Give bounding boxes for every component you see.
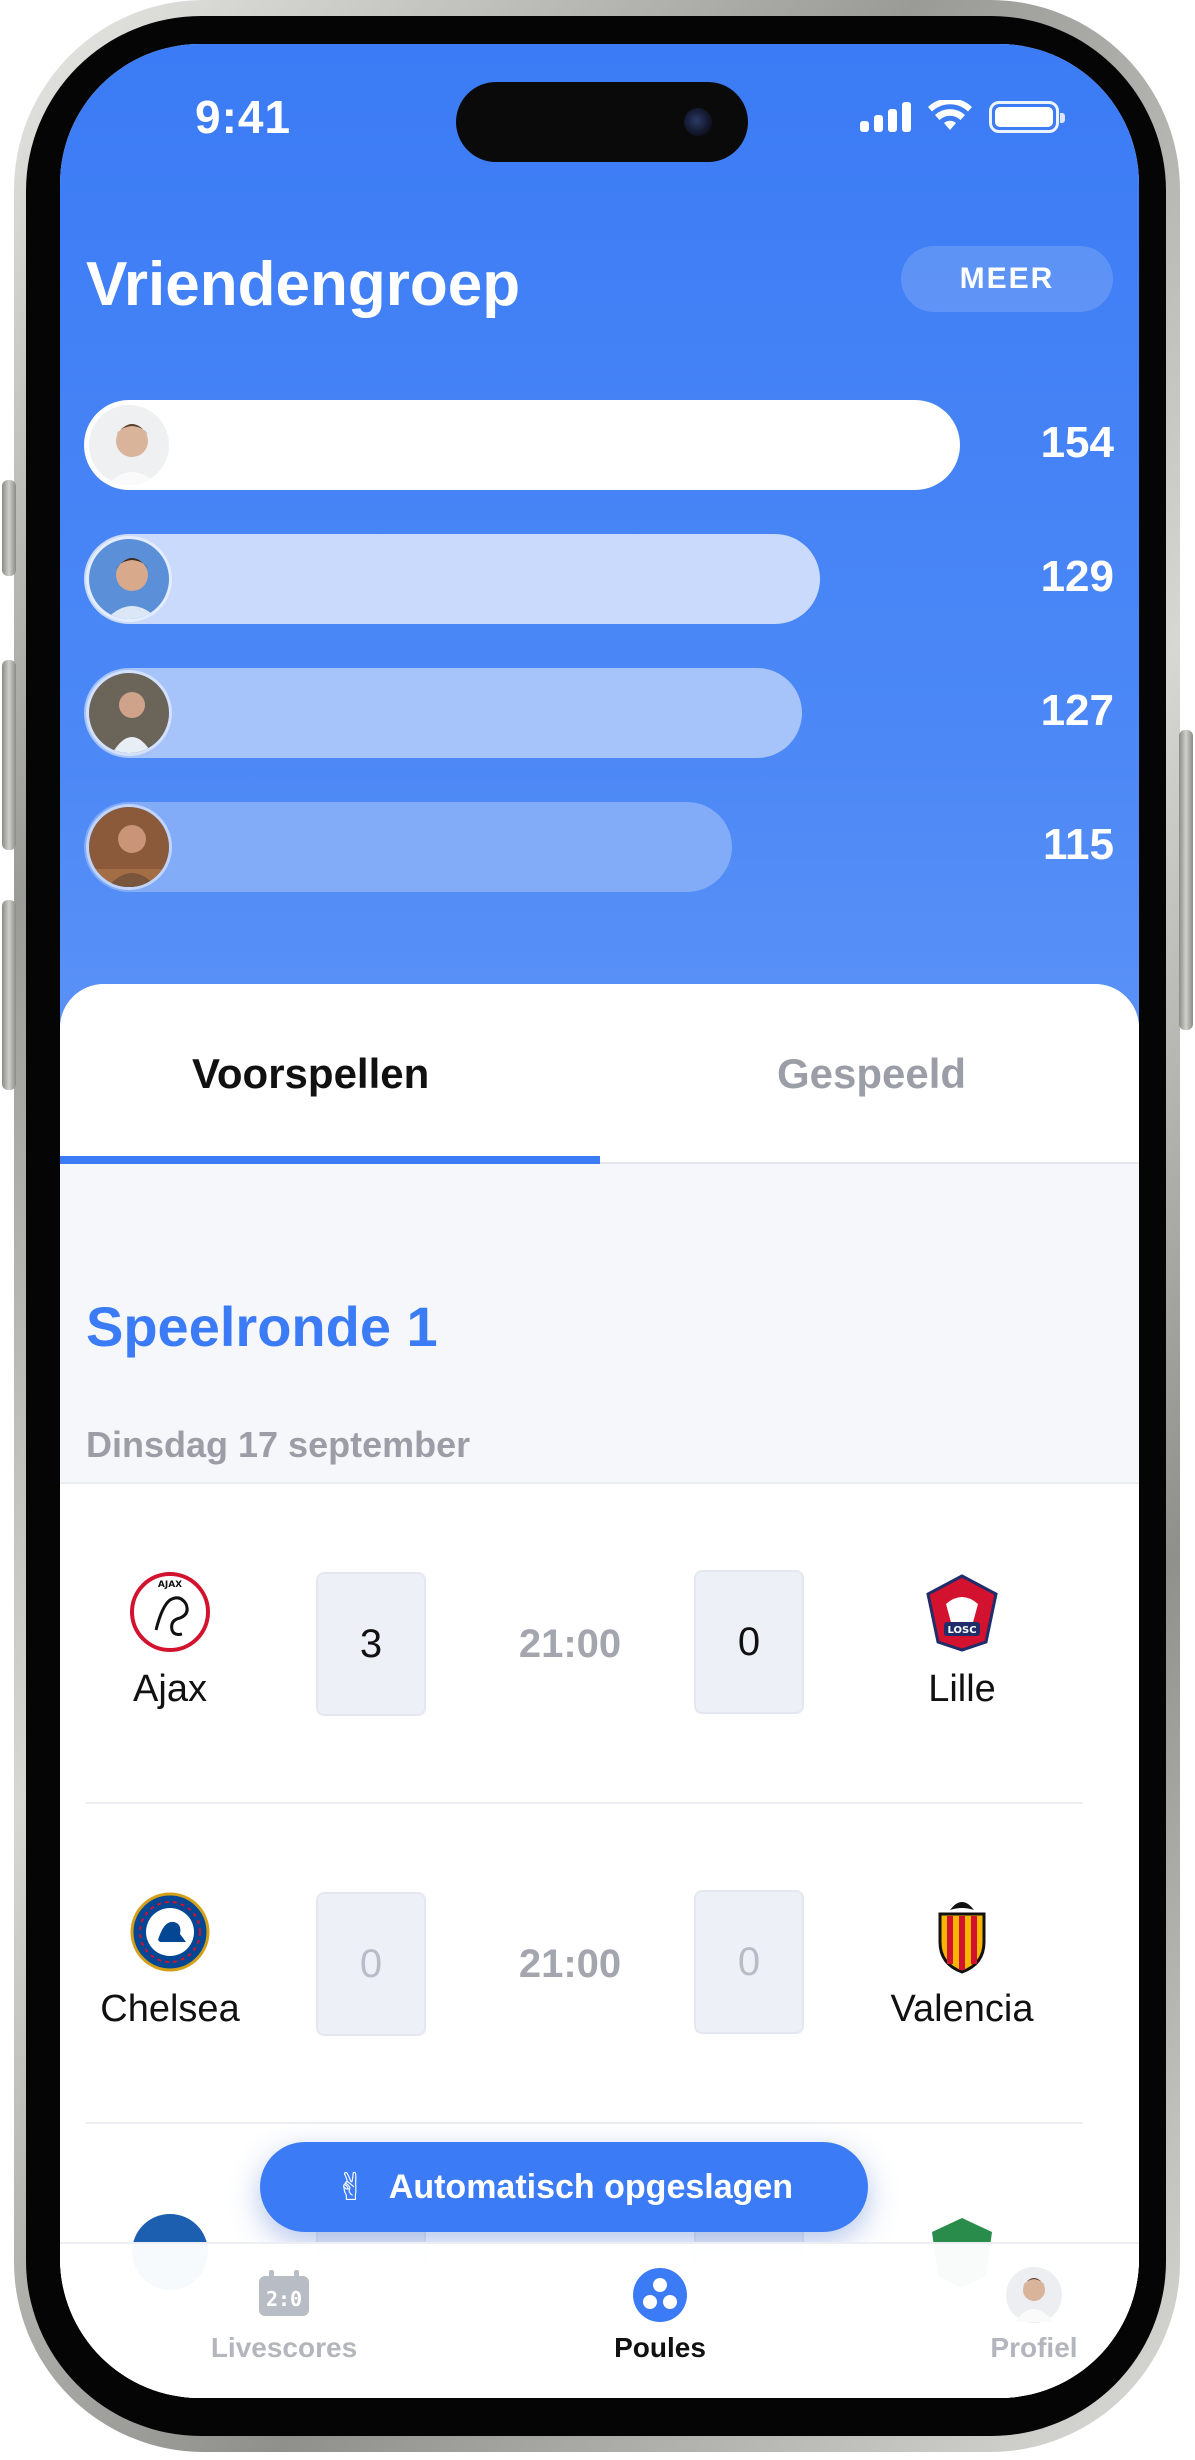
home-score-input[interactable]: 0 bbox=[316, 1892, 426, 2036]
more-button[interactable]: MEER bbox=[901, 246, 1113, 312]
autosave-toast: ✌ Automatisch opgeslagen bbox=[260, 2142, 868, 2232]
volume-up-button bbox=[2, 660, 16, 850]
power-button bbox=[1179, 730, 1193, 1030]
ranking-bar bbox=[84, 534, 820, 624]
match-row: AJAX Ajax 3 21:00 0 LOSC Lille bbox=[60, 1484, 1139, 1804]
toast-text: Automatisch opgeslagen bbox=[388, 2167, 794, 2206]
ranking-row[interactable]: 127 bbox=[84, 668, 1114, 758]
tab-profiel[interactable]: Profiel bbox=[914, 2266, 1139, 2364]
cellular-signal-icon bbox=[860, 102, 911, 132]
kickoff-time: 21:00 bbox=[518, 1942, 622, 1986]
home-team: Chelsea bbox=[60, 1890, 280, 2031]
active-tab-indicator bbox=[60, 1156, 600, 1164]
avatar bbox=[86, 536, 172, 622]
away-team-name: Lille bbox=[928, 1668, 996, 1710]
away-score-input[interactable]: 0 bbox=[694, 1570, 804, 1714]
away-team: LOSC Lille bbox=[852, 1570, 1072, 1711]
ranking-bar bbox=[84, 400, 960, 490]
bottom-tab-bar: 2:0 Livescores Poules Profiel bbox=[60, 2242, 1139, 2398]
victory-hand-icon: ✌ bbox=[334, 2166, 367, 2209]
ranking-row[interactable]: 129 bbox=[84, 534, 1114, 624]
screen: 9:41 Vriendengroep MEER 154 129 127 115 … bbox=[60, 44, 1139, 2398]
wifi-icon bbox=[928, 100, 972, 130]
avatar bbox=[86, 804, 172, 890]
away-team: Valencia bbox=[852, 1890, 1072, 2031]
valencia-crest-icon bbox=[938, 1902, 986, 1974]
battery-icon bbox=[989, 101, 1065, 133]
ranking-score: 154 bbox=[1040, 418, 1114, 467]
tab-poules-label: Poules bbox=[614, 2332, 706, 2363]
pool-header: 9:41 Vriendengroep MEER 154 129 127 115 bbox=[60, 44, 1139, 1054]
kickoff-time: 21:00 bbox=[518, 1622, 622, 1666]
ranking-score: 115 bbox=[1043, 820, 1114, 869]
tab-livescores-label: Livescores bbox=[210, 2332, 358, 2363]
profile-avatar-icon bbox=[1006, 2267, 1062, 2323]
svg-text:LOSC: LOSC bbox=[947, 1625, 976, 1636]
tab-profiel-label: Profiel bbox=[990, 2332, 1078, 2363]
camera-icon bbox=[684, 108, 712, 136]
home-team: AJAX Ajax bbox=[60, 1570, 280, 1711]
tab-gespeeld[interactable]: Gespeeld bbox=[777, 1050, 966, 1098]
ranking-row[interactable]: 115 bbox=[84, 802, 1114, 892]
avatar bbox=[86, 402, 172, 488]
lille-crest-icon: LOSC bbox=[926, 1574, 998, 1652]
home-team-name: Ajax bbox=[133, 1668, 207, 1710]
tab-livescores[interactable]: 2:0 Livescores bbox=[164, 2266, 404, 2364]
round-title: Speelronde 1 bbox=[86, 1295, 438, 1358]
svg-text:AJAX: AJAX bbox=[158, 1580, 182, 1590]
status-icons bbox=[860, 100, 1065, 134]
poules-icon bbox=[633, 2268, 687, 2322]
chelsea-crest-icon bbox=[130, 1892, 210, 1972]
dynamic-island bbox=[456, 82, 748, 162]
group-title: Vriendengroep bbox=[86, 250, 521, 319]
ranking-row[interactable]: 154 bbox=[84, 400, 1114, 490]
status-time: 9:41 bbox=[195, 91, 292, 143]
match-row: Chelsea 0 21:00 0 Valencia bbox=[60, 1804, 1139, 2124]
mute-switch bbox=[2, 480, 16, 576]
avatar bbox=[86, 670, 172, 756]
ranking-list: 154 129 127 115 bbox=[84, 400, 1114, 936]
ranking-bar bbox=[84, 802, 732, 892]
ranking-score: 127 bbox=[1040, 686, 1114, 735]
ajax-crest-icon: AJAX bbox=[130, 1572, 210, 1652]
status-bar: 9:41 bbox=[60, 44, 1139, 164]
tab-voorspellen[interactable]: Voorspellen bbox=[192, 1050, 429, 1098]
home-score-input[interactable]: 3 bbox=[316, 1572, 426, 1716]
home-team-name: Chelsea bbox=[100, 1988, 240, 2030]
match-date: Dinsdag 17 september bbox=[86, 1424, 471, 1465]
ranking-bar bbox=[84, 668, 802, 758]
svg-text:2:0: 2:0 bbox=[266, 2287, 302, 2311]
volume-down-button bbox=[2, 900, 16, 1090]
scoreboard-icon: 2:0 bbox=[259, 2270, 309, 2316]
away-score-input[interactable]: 0 bbox=[694, 1890, 804, 2034]
away-team-name: Valencia bbox=[890, 1988, 1034, 2030]
ranking-score: 129 bbox=[1040, 552, 1114, 601]
tab-poules[interactable]: Poules bbox=[540, 2266, 780, 2364]
segment-tabs: Voorspellen Gespeeld bbox=[60, 984, 1139, 1164]
